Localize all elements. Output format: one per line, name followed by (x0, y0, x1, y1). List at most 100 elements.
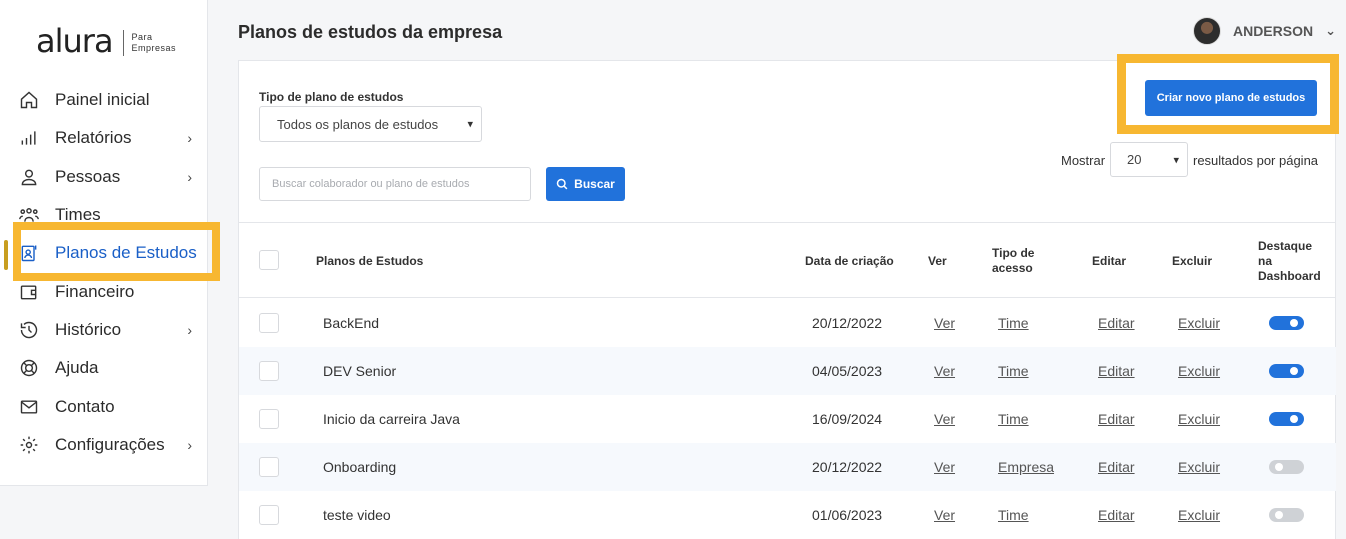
dashboard-highlight-toggle[interactable] (1269, 508, 1304, 522)
plan-type-label: Tipo de plano de estudos (259, 90, 404, 104)
plan-name: BackEnd (323, 315, 380, 331)
column-header-dashboard-line3: Dashboard (1258, 269, 1321, 283)
delete-link[interactable]: Excluir (1178, 411, 1220, 427)
user-name: ANDERSON (1232, 23, 1314, 39)
delete-link[interactable]: Excluir (1178, 507, 1220, 523)
created-date: 20/12/2022 (812, 315, 883, 331)
sidebar-item-contato[interactable]: Contato (0, 387, 208, 425)
per-page-select[interactable]: 20 ▾ (1110, 142, 1188, 177)
plan-type-selected-value: Todos os planos de estudos (277, 116, 439, 132)
created-date: 04/05/2023 (812, 363, 883, 379)
dashboard-highlight-toggle[interactable] (1269, 316, 1304, 330)
chevron-right-icon: › (187, 321, 192, 338)
results-per-page-label: resultados por página (1193, 153, 1319, 168)
team-icon (18, 204, 40, 226)
logo-subtitle-line2: Empresas (131, 43, 177, 53)
gear-icon (18, 434, 40, 456)
logo-subtitle-line1: Para (131, 32, 153, 42)
access-type-link[interactable]: Time (998, 507, 1029, 523)
plan-name: Onboarding (323, 459, 397, 475)
table-row: Inicio da carreira Java 16/09/2024 Ver Time… (239, 395, 1336, 443)
column-header-created[interactable]: Data de criação (805, 254, 894, 269)
sidebar-nav: Painel inicial Relatórios › Pessoas › Ti… (0, 81, 208, 464)
page-title: Planos de estudos da empresa (238, 22, 503, 42)
sidebar-item-pessoas[interactable]: Pessoas › (0, 158, 208, 196)
bar-chart-icon (18, 127, 40, 149)
edit-link[interactable]: Editar (1098, 459, 1135, 475)
home-icon (18, 89, 40, 111)
row-checkbox[interactable] (259, 505, 279, 525)
view-link[interactable]: Ver (934, 363, 955, 379)
sidebar-item-historico[interactable]: Histórico › (0, 311, 208, 349)
access-type-link[interactable]: Time (998, 315, 1029, 331)
sidebar-item-label: Planos de Estudos (55, 243, 197, 263)
created-date: 01/06/2023 (812, 507, 883, 523)
sidebar-item-label: Contato (55, 396, 115, 416)
select-all-checkbox[interactable] (259, 250, 279, 270)
sidebar-item-relatorios[interactable]: Relatórios › (0, 119, 208, 157)
dashboard-highlight-toggle[interactable] (1269, 364, 1304, 378)
row-checkbox[interactable] (259, 313, 279, 333)
create-study-plan-button[interactable]: Criar novo plano de estudos (1145, 80, 1317, 116)
column-header-access: Tipo de acesso (992, 246, 1034, 276)
search-button[interactable]: Buscar (546, 167, 625, 201)
chevron-right-icon: › (187, 168, 192, 185)
view-link[interactable]: Ver (934, 507, 955, 523)
alura-logo[interactable]: alura Para Empresas (36, 22, 176, 60)
show-label: Mostrar (1061, 153, 1106, 168)
dashboard-highlight-toggle[interactable] (1269, 460, 1304, 474)
delete-link[interactable]: Excluir (1178, 363, 1220, 379)
sidebar-item-financeiro[interactable]: Financeiro (0, 272, 208, 310)
table-row: Onboarding 20/12/2022 Ver Empresa Editar Excl… (239, 443, 1336, 491)
search-input[interactable] (259, 167, 531, 201)
sidebar-item-label: Ajuda (55, 358, 99, 378)
row-checkbox[interactable] (259, 409, 279, 429)
row-checkbox[interactable] (259, 361, 279, 381)
sidebar: alura Para Empresas Painel inicial Relat… (0, 0, 208, 486)
access-type-link[interactable]: Empresa (998, 459, 1054, 475)
study-plan-icon (18, 242, 40, 264)
chevron-down-icon: ▾ (467, 118, 473, 131)
column-header-dashboard-line2: na (1258, 254, 1273, 268)
column-header-access-line2: acesso (992, 261, 1033, 275)
sidebar-item-times[interactable]: Times (0, 196, 208, 234)
search-button-label: Buscar (574, 177, 615, 191)
history-icon (18, 319, 40, 341)
dashboard-highlight-toggle[interactable] (1269, 412, 1304, 426)
column-header-dashboard: Destaque na Dashboard (1258, 239, 1321, 284)
access-type-link[interactable]: Time (998, 363, 1029, 379)
column-header-view: Ver (928, 254, 947, 268)
column-header-name[interactable]: Planos de Estudos (316, 254, 423, 269)
table-row: BackEnd 20/12/2022 Ver Time Editar Excluir (239, 299, 1336, 347)
table-row: DEV Senior 04/05/2023 Ver Time Editar Excluir (239, 347, 1336, 395)
study-plans-card: Tipo de plano de estudos Todos os planos… (238, 60, 1336, 539)
sidebar-item-label: Financeiro (55, 281, 135, 301)
sidebar-item-ajuda[interactable]: Ajuda (0, 349, 208, 387)
wallet-icon (18, 281, 40, 303)
column-header-dashboard-line1: Destaque (1258, 239, 1313, 253)
table-row: teste video 01/06/2023 Ver Time Editar Exclui… (239, 491, 1336, 539)
edit-link[interactable]: Editar (1098, 411, 1135, 427)
view-link[interactable]: Ver (934, 411, 955, 427)
user-menu[interactable]: ANDERSON ⌄ (1192, 17, 1336, 45)
plan-name: teste video (323, 507, 391, 523)
sidebar-item-label: Histórico (55, 319, 122, 339)
column-header-access-line1: Tipo de (992, 246, 1035, 260)
delete-link[interactable]: Excluir (1178, 315, 1220, 331)
created-date: 16/09/2024 (812, 411, 883, 427)
sidebar-item-painel-inicial[interactable]: Painel inicial (0, 81, 208, 119)
sidebar-item-label: Relatórios (55, 128, 132, 148)
access-type-link[interactable]: Time (998, 411, 1029, 427)
plan-name: Inicio da carreira Java (323, 411, 460, 427)
plan-type-select[interactable]: Todos os planos de estudos ▾ (259, 106, 482, 142)
row-checkbox[interactable] (259, 457, 279, 477)
sidebar-item-configuracoes[interactable]: Configurações › (0, 426, 208, 464)
edit-link[interactable]: Editar (1098, 315, 1135, 331)
delete-link[interactable]: Excluir (1178, 459, 1220, 475)
edit-link[interactable]: Editar (1098, 363, 1135, 379)
edit-link[interactable]: Editar (1098, 507, 1135, 523)
per-page-value: 20 (1127, 152, 1142, 167)
view-link[interactable]: Ver (934, 459, 955, 475)
view-link[interactable]: Ver (934, 315, 955, 331)
sidebar-item-planos-de-estudos[interactable]: Planos de Estudos (0, 234, 208, 272)
